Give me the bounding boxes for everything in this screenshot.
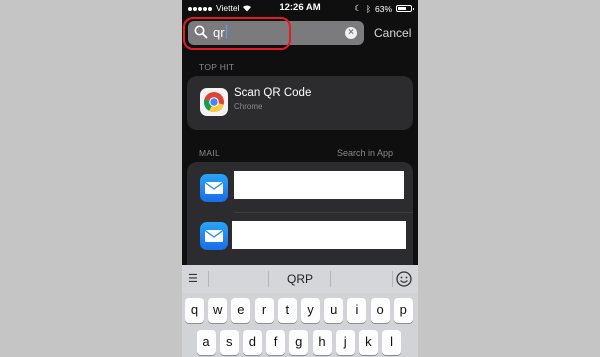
key-t[interactable]: t [277,298,297,323]
keyboard: qwertyuiop asdfghjkl [182,293,418,357]
key-r[interactable]: r [254,298,274,323]
key-d[interactable]: d [242,330,262,355]
redacted-mail-2 [232,221,406,249]
key-e[interactable]: e [231,298,251,323]
result-title: Scan QR Code [234,87,312,99]
suggestion-bar: ☰ QRP [182,265,418,293]
suggestion-divider [268,271,269,287]
mail-header: MAIL [199,148,221,158]
top-hit-result[interactable]: Scan QR Code Chrome [187,76,413,130]
key-u[interactable]: u [324,298,344,323]
mail-results [187,162,413,266]
phone-screen: Viettel 12:26 AM ☾ ᛒ 63% q r × Cancel TOP… [182,0,418,357]
cancel-button[interactable]: Cancel [374,26,411,40]
key-f[interactable]: f [266,330,286,355]
suggestion-word[interactable]: QRP [272,272,328,286]
key-s[interactable]: s [219,330,239,355]
suggestion-divider [330,271,331,287]
moon-icon: ☾ [354,3,362,13]
result-divider [234,212,413,213]
mail-icon [200,222,228,250]
top-hit-header: TOP HIT [199,62,235,72]
key-i[interactable]: i [347,298,367,323]
search-in-app-link[interactable]: Search in App [337,148,393,158]
chrome-icon [200,88,228,116]
key-q[interactable]: q [185,298,204,323]
key-h[interactable]: h [312,330,332,355]
battery-icon [396,5,414,12]
key-l[interactable]: l [382,330,402,355]
search-highlight-annotation [183,17,291,50]
key-y[interactable]: y [301,298,320,323]
mail-icon [200,174,228,202]
key-g[interactable]: g [289,330,309,355]
emoji-icon[interactable] [395,270,413,288]
key-j[interactable]: j [335,330,355,355]
key-p[interactable]: p [393,298,413,323]
battery-percent: 63% [374,3,392,14]
key-a[interactable]: a [196,330,216,355]
bluetooth-icon: ᛒ [365,3,371,14]
suggestion-divider [392,271,393,287]
redacted-mail-1 [234,171,404,199]
key-o[interactable]: o [370,298,390,323]
key-k[interactable]: k [358,330,378,355]
suggestion-divider [208,271,209,287]
result-subtitle: Chrome [234,102,263,111]
status-bar: Viettel 12:26 AM ☾ ᛒ 63% [182,0,418,16]
clear-icon[interactable]: × [345,27,357,39]
menu-icon[interactable]: ☰ [188,272,198,285]
key-w[interactable]: w [208,298,228,323]
